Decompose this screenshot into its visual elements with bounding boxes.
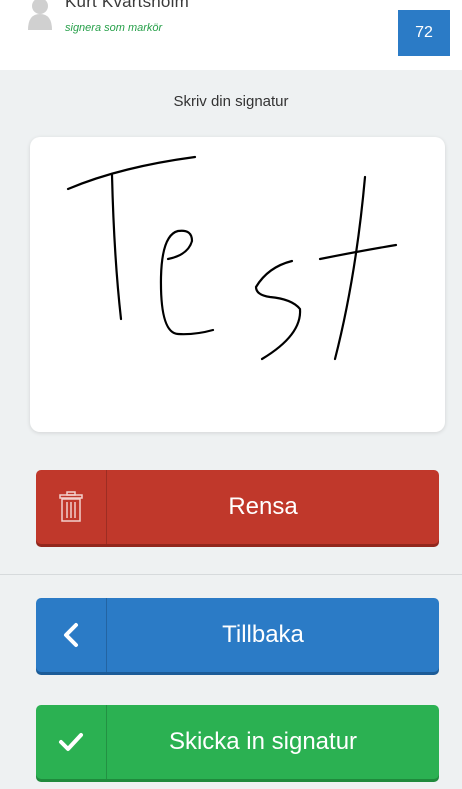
clear-button-label: Rensa (228, 493, 298, 520)
clear-button[interactable]: Rensa (36, 470, 439, 544)
back-button-label: Tillbaka (222, 621, 304, 648)
back-button[interactable]: Tillbaka (36, 598, 439, 672)
submit-signature-button[interactable]: Skicka in signatur (36, 705, 439, 779)
divider (0, 574, 462, 575)
trash-icon (36, 470, 107, 544)
user-name: Kurt Kvartsholm (65, 0, 189, 11)
header: Kurt Kvartsholm signera som markör 72 (0, 0, 462, 70)
signature-pad[interactable] (30, 137, 445, 432)
user-role: signera som markör (65, 22, 163, 34)
submit-signature-button-label: Skicka in signatur (168, 728, 358, 755)
signature-page: Kurt Kvartsholm signera som markör 72 Sk… (0, 0, 462, 789)
user-avatar-icon (28, 0, 52, 30)
chevron-left-icon (36, 598, 107, 672)
checkmark-icon (36, 705, 107, 779)
signature-prompt: Skriv din signatur (173, 93, 289, 110)
signature-drawing (66, 155, 398, 361)
count-badge: 72 (398, 10, 450, 56)
